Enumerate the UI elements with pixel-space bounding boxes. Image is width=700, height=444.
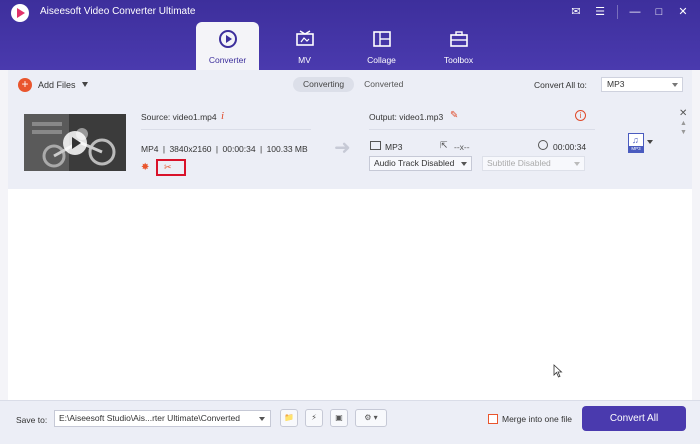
format-dropdown-icon[interactable] (647, 140, 653, 144)
meta-separator: | (259, 144, 263, 154)
output-divider (369, 129, 595, 130)
title-bar: Aiseesoft Video Converter Ultimate ✉ ☰ —… (0, 0, 700, 70)
output-duration: 00:00:34 (553, 142, 587, 152)
minimize-icon[interactable]: — (628, 5, 642, 19)
play-icon[interactable] (63, 131, 87, 155)
menu-icon[interactable]: ☰ (593, 5, 607, 19)
resolution-icon: ⇱ (440, 140, 448, 150)
move-down-icon[interactable]: ▼ (680, 129, 687, 136)
clock-icon (538, 140, 548, 150)
convert-all-button[interactable]: Convert All (582, 406, 686, 431)
add-files-dropdown-icon[interactable] (82, 82, 88, 87)
music-note-icon: ♫ (632, 135, 639, 145)
info-icon[interactable]: i (221, 110, 224, 122)
window-separator (617, 5, 618, 19)
tab-converted[interactable]: Converted (354, 77, 413, 92)
status-segmented-control: Converting Converted (293, 77, 413, 92)
subtitle-select[interactable]: Subtitle Disabled (482, 156, 585, 171)
maximize-icon[interactable]: □ (652, 5, 666, 19)
tab-toolbox-label: Toolbox (443, 55, 474, 65)
gpu-off-icon[interactable]: ▣ (330, 409, 348, 427)
tab-mv-label: MV (298, 55, 311, 65)
source-divider (141, 129, 311, 130)
audio-track-select[interactable]: Audio Track Disabled (369, 156, 472, 171)
settings-dropdown-icon[interactable]: ⚙ ▾ (355, 409, 387, 427)
move-up-icon[interactable]: ▲ (680, 120, 687, 127)
tab-mv[interactable]: MV (273, 22, 336, 70)
convert-arrow-icon: ➜ (334, 137, 351, 159)
tab-collage[interactable]: Collage (350, 22, 413, 70)
add-files-plus-icon[interactable]: + (18, 78, 32, 92)
close-icon[interactable]: ✕ (676, 5, 690, 19)
bottom-bar: Save to: E:\Aiseesoft Studio\Ais...rter … (0, 400, 700, 444)
info-warning-icon[interactable]: i (575, 110, 586, 121)
tab-converter-label: Converter (208, 55, 247, 65)
source-format: MP4 (141, 144, 159, 154)
source-duration: 00:00:34 (222, 144, 256, 154)
video-thumbnail[interactable] (24, 114, 126, 171)
tab-converter[interactable]: Converter (196, 22, 259, 70)
cut-icon: ✂ (164, 162, 172, 172)
source-size: 100.33 MB (266, 144, 308, 154)
mouse-cursor-icon (553, 364, 563, 378)
format-badge-label: MP3 (629, 146, 643, 152)
merge-checkbox[interactable] (488, 414, 498, 424)
app-logo-icon (11, 4, 29, 22)
collage-icon (372, 31, 391, 47)
format-film-icon (370, 141, 381, 150)
cut-icon-highlighted[interactable]: ✂ (156, 159, 186, 176)
merge-label: Merge into one file (502, 414, 572, 424)
save-path-select[interactable]: E:\Aiseesoft Studio\Ais...rter Ultimate\… (54, 410, 271, 427)
tab-converting[interactable]: Converting (293, 77, 355, 92)
window-controls: ✉ ☰ — □ ✕ (569, 5, 690, 19)
output-format-icon[interactable]: ♫ MP3 (628, 133, 644, 153)
remove-file-icon[interactable]: ✕ (679, 108, 687, 119)
source-filename: Source: video1.mp4 (141, 112, 217, 122)
output-resolution: --x-- (454, 142, 470, 152)
hardware-accel-off-icon[interactable]: ⚡ (305, 409, 323, 427)
convert-all-to-label: Convert All to: (534, 80, 587, 90)
edit-name-icon[interactable]: ✎ (450, 110, 458, 121)
feedback-icon[interactable]: ✉ (569, 5, 583, 19)
file-item: Source: video1.mp4 i MP4 | 3840x2160 | 0… (8, 96, 692, 189)
save-to-label: Save to: (16, 415, 48, 425)
meta-separator: | (215, 144, 219, 154)
output-filename: Output: video1.mp3 (369, 112, 444, 122)
convert-all-to-select[interactable]: MP3 (601, 77, 683, 92)
add-files-button[interactable]: Add Files (38, 80, 76, 90)
source-meta: MP4 | 3840x2160 | 00:00:34 | 100.33 MB (141, 144, 310, 154)
open-folder-icon[interactable]: 📁 (280, 409, 298, 427)
tab-toolbox[interactable]: Toolbox (427, 22, 490, 70)
file-list-empty-area (8, 189, 692, 400)
main-tabs: Converter MV Collage Toolbox (196, 22, 504, 70)
meta-separator: | (162, 144, 166, 154)
toolbox-icon (449, 31, 468, 47)
source-resolution: 3840x2160 (169, 144, 212, 154)
app-title: Aiseesoft Video Converter Ultimate (40, 6, 196, 17)
tab-collage-label: Collage (367, 55, 396, 65)
converter-icon (218, 30, 237, 48)
converter-toolbar: + Add Files Converting Converted Convert… (8, 70, 692, 96)
mv-icon (295, 30, 314, 46)
output-format: MP3 (385, 142, 403, 152)
enhance-icon[interactable]: ✸ (141, 162, 153, 174)
